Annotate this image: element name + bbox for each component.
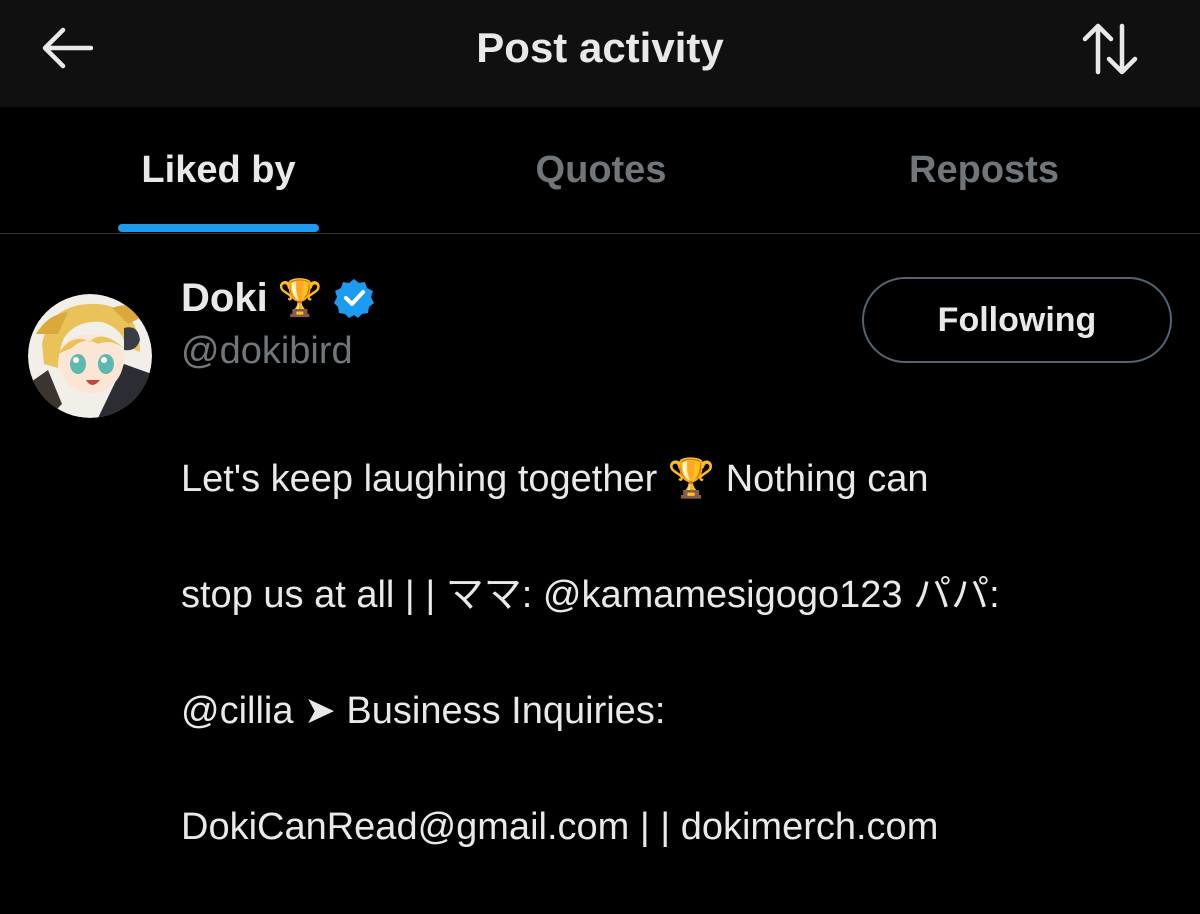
avatar-image xyxy=(28,294,152,418)
sort-button[interactable] xyxy=(1074,18,1146,80)
tab-bar: Liked by Quotes Reposts xyxy=(0,107,1200,234)
tab-quotes[interactable]: Quotes xyxy=(500,107,702,233)
user-handle: @dokibird xyxy=(181,330,353,372)
active-tab-indicator xyxy=(118,224,319,232)
avatar[interactable] xyxy=(28,294,152,418)
bio-line: stop us at all | | ママ: @kamamesigogo123 … xyxy=(181,574,1000,616)
following-button[interactable]: Following xyxy=(862,277,1172,363)
sort-arrows-icon xyxy=(1082,23,1138,75)
bio-line: DokiCanRead@gmail.com | | dokimerch.com xyxy=(181,806,939,848)
verified-badge-icon xyxy=(333,279,374,318)
display-name: Doki xyxy=(181,275,268,320)
back-button[interactable] xyxy=(36,22,98,74)
tab-liked-by[interactable]: Liked by xyxy=(118,107,319,233)
bio-line: Let's keep laughing together 🏆 Nothing c… xyxy=(181,458,929,500)
page-title: Post activity xyxy=(476,24,724,71)
user-bio: Let's keep laughing together 🏆 Nothing c… xyxy=(181,392,1131,914)
display-name-line: Doki 🏆 xyxy=(181,272,375,324)
user-list-item[interactable]: Doki 🏆 @dokibird Following Let's keep la… xyxy=(0,234,1200,848)
bio-line: @cillia ➤ Business Inquiries: xyxy=(181,690,666,732)
arrow-left-icon xyxy=(42,27,93,69)
tab-reposts[interactable]: Reposts xyxy=(880,107,1088,233)
trophy-icon: 🏆 xyxy=(277,278,323,319)
top-bar: Post activity xyxy=(0,0,1200,107)
